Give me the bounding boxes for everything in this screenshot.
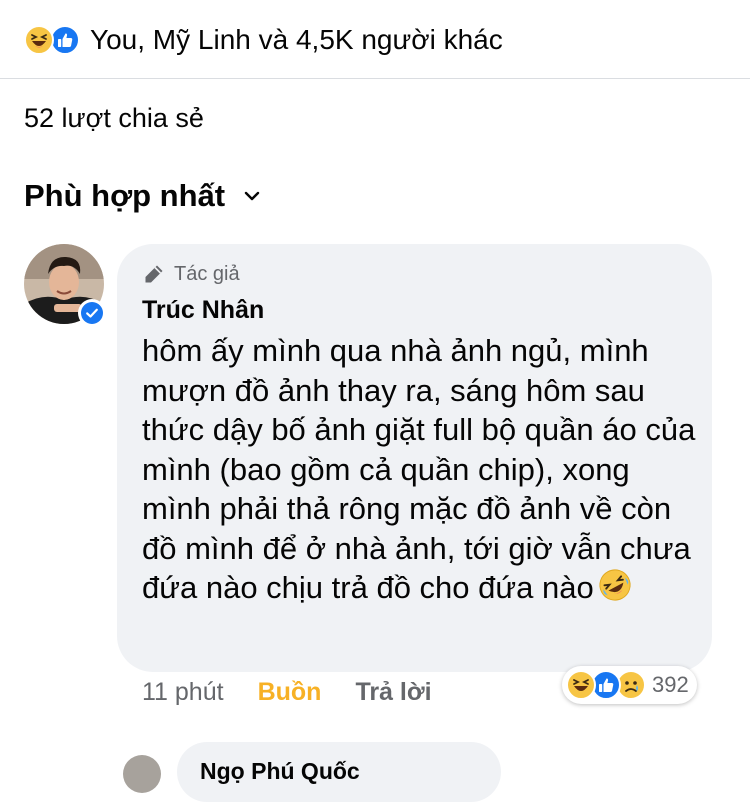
comment-author-name[interactable]: Ngọ Phú Quốc (200, 758, 360, 785)
pencil-icon (145, 265, 163, 283)
sort-label: Phù hợp nhất (24, 178, 226, 213)
comment-author-name[interactable]: Trúc Nhân (142, 296, 264, 325)
avatar[interactable] (123, 755, 161, 793)
checkmark-icon (81, 302, 103, 324)
comment-body: hôm ấy mình qua nhà ảnh ngủ, mình mượn đ… (142, 333, 696, 605)
comment-sort-dropdown[interactable]: Phù hợp nhất (24, 178, 261, 214)
reactions-text: You, Mỹ Linh và 4,5K người khác (90, 24, 503, 55)
comment-timestamp[interactable]: 11 phút (142, 678, 224, 707)
comment-actions: 11 phút Buồn Trả lời (142, 678, 432, 707)
author-badge-label: Tác giả (174, 262, 240, 285)
like-icon (50, 25, 80, 55)
haha-icon (24, 25, 54, 55)
comment-reactions-summary[interactable]: 392 (562, 666, 697, 704)
verified-badge (78, 299, 106, 327)
author-badge: Tác giả (142, 262, 240, 286)
divider (0, 78, 750, 79)
shares-count[interactable]: 52 lượt chia sẻ (24, 103, 204, 134)
post-reactions-summary[interactable]: You, Mỹ Linh và 4,5K người khác (24, 18, 503, 62)
reaction-button[interactable]: Buồn (258, 678, 322, 707)
comment-text: hôm ấy mình qua nhà ảnh ngủ, mình mượn đ… (142, 331, 702, 608)
reply-button[interactable]: Trả lời (355, 678, 431, 707)
chevron-down-icon (244, 191, 260, 201)
rolling-on-floor-laughing-emoji (599, 569, 631, 601)
reaction-count: 392 (652, 672, 689, 697)
haha-icon (566, 670, 596, 700)
reaction-icons (24, 25, 80, 55)
